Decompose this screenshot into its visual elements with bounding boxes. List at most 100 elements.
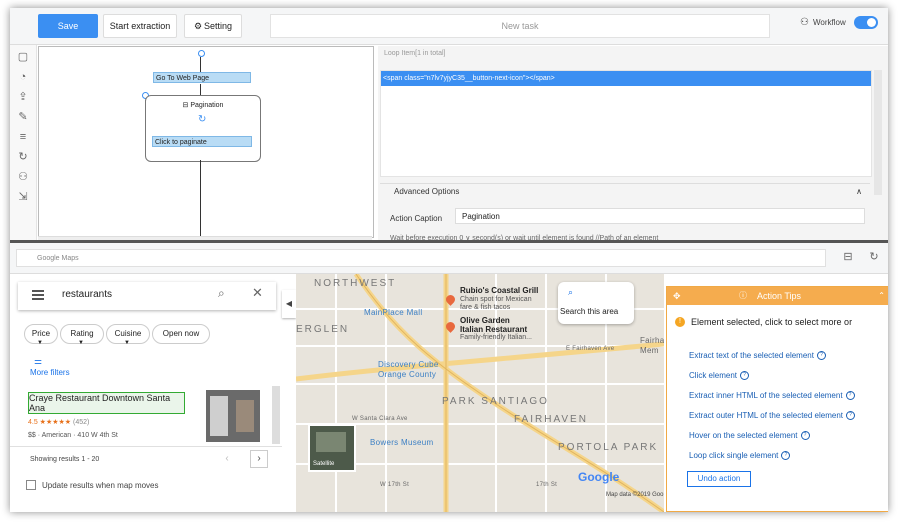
tip-extract-text[interactable]: Extract text of the selected element?: [689, 351, 826, 361]
collapse-sidebar-button[interactable]: ◀: [282, 290, 296, 318]
setting-button[interactable]: ⚙ Setting: [184, 14, 242, 38]
help-icon[interactable]: ?: [845, 391, 855, 401]
edit-icon[interactable]: ✎: [17, 111, 29, 123]
loop-item-header: Loop Item[1 in total]: [384, 50, 446, 57]
advanced-options-bar[interactable]: Advanced Options ∧: [380, 183, 870, 199]
layout-icon[interactable]: ⊟: [840, 249, 856, 265]
list-icon[interactable]: ≡: [17, 131, 29, 143]
workflow-toggle-group: ⚇ Workflow: [800, 16, 878, 29]
advanced-options-label: Advanced Options: [394, 187, 460, 196]
tip-extract-inner-html-label: Extract inner HTML of the selected eleme…: [689, 391, 843, 400]
update-results-row[interactable]: Update results when map moves: [26, 480, 159, 490]
update-results-label: Update results when map moves: [42, 480, 159, 490]
help-icon[interactable]: ?: [800, 431, 810, 441]
tip-extract-text-label: Extract text of the selected element: [689, 351, 814, 360]
undo-action-button[interactable]: Undo action: [687, 471, 751, 487]
divider: [10, 446, 282, 447]
menu-icon[interactable]: [32, 290, 44, 300]
more-filters-link[interactable]: More filters: [30, 368, 70, 377]
map-label-orange-county: Orange County: [378, 370, 437, 379]
loop-item-row[interactable]: <span class="n7lv7yjyC35__button-next-ic…: [381, 71, 871, 86]
tip-click-element[interactable]: Click element?: [689, 371, 750, 381]
result-title[interactable]: Craye Restaurant Downtown Santa Ana: [28, 392, 185, 414]
result-rating: 4.5 ★★★★★ (452): [28, 418, 89, 426]
start-extraction-button[interactable]: Start extraction: [103, 14, 177, 38]
search-this-area-button[interactable]: ⌕ Search this area: [558, 282, 634, 324]
update-results-checkbox[interactable]: [26, 480, 36, 490]
chevron-up-icon[interactable]: ∧: [856, 184, 862, 200]
loop-item-list: <span class="n7lv7yjyC35__button-next-ic…: [380, 70, 872, 177]
result-photo[interactable]: [206, 390, 260, 442]
refresh-icon[interactable]: ↻: [866, 249, 882, 265]
panel-vertical-scrollbar[interactable]: [874, 70, 882, 195]
workflow-label: Workflow: [812, 18, 846, 27]
workflow-canvas[interactable]: Go To Web Page ⊟ Pagination ↻ Click to p…: [38, 46, 374, 238]
maps-sidebar: restaurants ⌕ ✕ Price ▼ Rating ▼ Cuisine…: [10, 274, 282, 512]
poi-olive-garden-name-2[interactable]: Italian Restaurant: [460, 325, 527, 334]
search-icon[interactable]: ⌕: [218, 286, 225, 301]
tips-status-text: Element selected, click to select more o…: [691, 317, 853, 327]
maps-search-box[interactable]: restaurants ⌕ ✕: [18, 282, 276, 310]
chevron-down-icon: ▼: [37, 340, 43, 346]
info-icon: ⓘ: [739, 291, 747, 300]
tip-click-element-label: Click element: [689, 371, 738, 380]
help-icon[interactable]: ?: [740, 371, 750, 381]
tip-extract-outer-html-label: Extract outer HTML of the selected eleme…: [689, 411, 843, 420]
workflow-start-dot: [198, 50, 205, 57]
map-label-bowers-museum: Bowers Museum: [370, 438, 434, 447]
top-toolbar: Save Start extraction ⚙ Setting New task…: [10, 8, 888, 45]
collapse-icon[interactable]: ⌃: [878, 287, 885, 305]
extract-icon[interactable]: ⇪: [17, 91, 29, 103]
tip-extract-inner-html[interactable]: Extract inner HTML of the selected eleme…: [689, 391, 855, 401]
map-label-portola-park: PORTOLA PARK: [558, 442, 659, 453]
chevron-down-icon: ▼: [124, 340, 130, 346]
poi-olive-garden-desc: Family-friendly Italian...: [460, 334, 532, 341]
mouse-icon[interactable]: ◔: [17, 71, 29, 83]
node-click-to-paginate[interactable]: Click to paginate: [152, 136, 252, 147]
chevron-right-icon[interactable]: ›: [250, 450, 268, 468]
map-label-santa-clara: W Santa Clara Ave: [352, 416, 408, 422]
poi-olive-garden-name[interactable]: Olive Garden: [460, 316, 510, 325]
rating-stars: 4.5 ★★★★★: [28, 419, 72, 426]
poi-rubios-name[interactable]: Rubio's Coastal Grill: [460, 286, 538, 295]
search-input[interactable]: restaurants: [62, 289, 112, 300]
tip-loop-click[interactable]: Loop click single element?: [689, 451, 791, 461]
action-caption-input[interactable]: Pagination: [455, 208, 865, 224]
map-area[interactable]: NORTHWEST ERGLEN PARK SANTIAGO FAIRHAVEN…: [296, 274, 664, 512]
workflow-connector: [200, 160, 201, 237]
map-label-w17th: W 17th St: [380, 482, 410, 488]
task-title-input[interactable]: New task: [270, 14, 770, 38]
results-scrollbar[interactable]: [272, 386, 280, 444]
map-label-northwest: NORTHWEST: [314, 278, 397, 289]
help-icon[interactable]: ?: [781, 451, 791, 461]
loop-icon[interactable]: ↻: [17, 151, 29, 163]
help-icon[interactable]: ?: [846, 411, 855, 421]
map-data-attribution: Map data ©2019 Goo: [606, 492, 664, 498]
left-tool-column: ▢ ◔ ⇪ ✎ ≡ ↻ ⚇ ⇲: [10, 45, 37, 240]
browser-content: restaurants ⌕ ✕ Price ▼ Rating ▼ Cuisine…: [10, 274, 888, 512]
chevron-left-icon[interactable]: ‹: [218, 450, 236, 468]
pointer-icon[interactable]: ⇲: [17, 191, 29, 203]
poi-rubios-desc-2: fare & fish tacos: [460, 304, 511, 311]
chip-open-now[interactable]: Open now: [152, 324, 210, 344]
map-label-mainplace: MainPlace Mall: [364, 308, 423, 317]
help-icon[interactable]: ?: [816, 351, 826, 361]
action-caption-label: Action Caption: [390, 214, 443, 223]
close-icon[interactable]: ✕: [252, 285, 263, 301]
satellite-toggle[interactable]: Satellite: [308, 424, 356, 472]
map-label-e17th: 17th St: [536, 482, 558, 488]
address-bar[interactable]: Google Maps: [16, 249, 826, 267]
move-icon[interactable]: ✥: [673, 287, 681, 305]
branch-icon[interactable]: ⚇: [17, 171, 29, 183]
workflow-connector: [200, 57, 201, 72]
action-tips-header[interactable]: ✥ ⓘ Action Tips ⌃: [667, 287, 888, 305]
filters-icon[interactable]: ⚌: [34, 356, 42, 367]
node-go-to-web-page[interactable]: Go To Web Page: [153, 72, 251, 83]
save-button[interactable]: Save: [38, 14, 98, 38]
map-label-rglen: ERGLEN: [296, 324, 350, 335]
tip-extract-outer-html[interactable]: Extract outer HTML of the selected eleme…: [689, 411, 855, 421]
pagination-loop-box[interactable]: ⊟ Pagination ↻ Click to paginate: [145, 95, 261, 162]
page-icon[interactable]: ▢: [17, 51, 29, 63]
tip-hover[interactable]: Hover on the selected element?: [689, 431, 810, 441]
workflow-toggle[interactable]: [853, 16, 878, 29]
